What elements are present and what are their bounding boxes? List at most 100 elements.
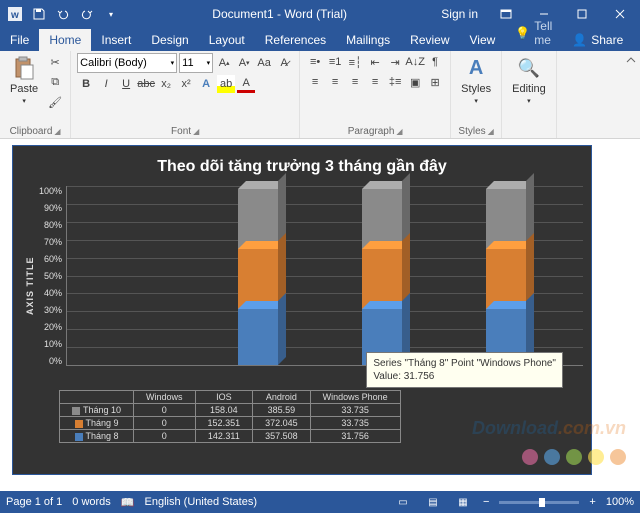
copy-button[interactable]: ⧉ (46, 73, 64, 91)
pilcrow-button[interactable]: ¶ (426, 53, 444, 71)
align-left[interactable]: ≡ (306, 73, 324, 91)
tab-view[interactable]: View (460, 29, 506, 51)
tab-mailings[interactable]: Mailings (336, 29, 400, 51)
change-case[interactable]: Aa (255, 54, 273, 72)
zoom-slider[interactable] (499, 501, 579, 504)
bold-button[interactable]: B (77, 75, 95, 93)
web-layout[interactable]: ▦ (453, 494, 473, 510)
ribbon: Paste ▾ ✂ ⧉ 🖌 Clipboard ◢ Calibri (Body)… (0, 51, 640, 139)
align-center[interactable]: ≡ (326, 73, 344, 91)
print-layout[interactable]: ▤ (423, 494, 443, 510)
sort-button[interactable]: A↓Z (406, 53, 424, 71)
dot (588, 449, 604, 465)
tab-insert[interactable]: Insert (91, 29, 141, 51)
close-button[interactable] (602, 0, 638, 28)
dot (566, 449, 582, 465)
page-indicator[interactable]: Page 1 of 1 (6, 496, 62, 508)
align-right[interactable]: ≡ (346, 73, 364, 91)
axis-title: AXIS TITLE (21, 186, 39, 386)
maximize-button[interactable] (564, 0, 600, 28)
document-area: Theo dõi tăng trưởng 3 tháng gần đây AXI… (0, 139, 640, 491)
font-size-combo[interactable]: 11▾ (179, 53, 213, 73)
text-effects[interactable]: A (197, 75, 215, 93)
table-row: Tháng 80142.311357.50831.756 (60, 430, 401, 443)
clear-formatting[interactable]: A̷ (275, 54, 293, 72)
italic-button[interactable]: I (97, 75, 115, 93)
superscript-button[interactable]: x² (177, 75, 195, 93)
tell-me[interactable]: 💡Tell me (505, 15, 562, 51)
group-editing: 🔍 Editing ▾ (502, 51, 557, 138)
collapse-ribbon[interactable] (622, 51, 640, 138)
zoom-out[interactable]: − (483, 496, 489, 508)
chart-tooltip: Series "Tháng 8" Point "Windows Phone" V… (366, 352, 563, 388)
language-indicator[interactable]: English (United States) (145, 496, 258, 508)
document-title: Document1 - Word (Trial) (126, 7, 433, 21)
ribbon-tabs: File Home Insert Design Layout Reference… (0, 28, 640, 51)
underline-button[interactable]: U (117, 75, 135, 93)
paste-button[interactable]: Paste ▾ (6, 53, 42, 107)
word-count[interactable]: 0 words (72, 496, 111, 508)
cut-button[interactable]: ✂ (46, 53, 64, 71)
strike-button[interactable]: abc (137, 75, 155, 93)
zoom-in[interactable]: + (589, 496, 595, 508)
font-color[interactable]: A (237, 75, 255, 93)
tab-review[interactable]: Review (400, 29, 459, 51)
group-paragraph: ≡• ≡1 ≡┆ ⇤ ⇥ A↓Z ¶ ≡ ≡ ≡ ≡ ‡≡ ▣ ⊞ (300, 51, 451, 138)
signin-link[interactable]: Sign in (433, 7, 486, 21)
bar-android (362, 189, 412, 365)
table-row: Tháng 100158.04385.5933.735 (60, 404, 401, 417)
qat-customize[interactable]: ▾ (100, 3, 122, 25)
tab-layout[interactable]: Layout (199, 29, 255, 51)
numbering-button[interactable]: ≡1 (326, 53, 344, 71)
line-spacing[interactable]: ‡≡ (386, 73, 404, 91)
share-icon: 👤 (572, 33, 587, 47)
styles-button[interactable]: A Styles ▾ (457, 53, 495, 107)
editing-button[interactable]: 🔍 Editing ▾ (508, 53, 550, 107)
clipboard-launcher[interactable]: ◢ (54, 127, 60, 136)
dot (610, 449, 626, 465)
font-launcher[interactable]: ◢ (193, 127, 199, 136)
paragraph-launcher[interactable]: ◢ (396, 127, 402, 136)
multilevel-button[interactable]: ≡┆ (346, 53, 364, 71)
zoom-level[interactable]: 100% (606, 496, 634, 508)
highlight-button[interactable]: ab (217, 75, 235, 93)
chart-object[interactable]: Theo dõi tăng trưởng 3 tháng gần đây AXI… (12, 145, 592, 475)
tab-design[interactable]: Design (141, 29, 198, 51)
statusbar: Page 1 of 1 0 words 📖 English (United St… (0, 491, 640, 513)
lightbulb-icon: 💡 (515, 26, 530, 40)
borders-button[interactable]: ⊞ (426, 73, 444, 91)
clipboard-icon (11, 55, 37, 81)
tab-file[interactable]: File (0, 29, 39, 51)
group-clipboard: Paste ▾ ✂ ⧉ 🖌 Clipboard ◢ (0, 51, 71, 138)
y-axis: 100%90%80%70%60%50%40%30%20%10%0% (39, 186, 66, 366)
read-mode[interactable]: ▭ (393, 494, 413, 510)
group-styles: A Styles ▾ Styles ◢ (451, 51, 502, 138)
chevron-down-icon: ▾ (22, 97, 26, 105)
dot (522, 449, 538, 465)
proofing-icon[interactable]: 📖 (121, 496, 135, 509)
data-table: WindowsIOSAndroidWindows Phone Tháng 100… (59, 390, 401, 443)
styles-launcher[interactable]: ◢ (488, 127, 494, 136)
subscript-button[interactable]: x₂ (157, 75, 175, 93)
shading-button[interactable]: ▣ (406, 73, 424, 91)
bar-windows-phone (486, 189, 536, 365)
format-painter[interactable]: 🖌 (46, 93, 64, 111)
undo-button[interactable] (52, 3, 74, 25)
dot (544, 449, 560, 465)
svg-text:w: w (10, 10, 19, 21)
save-button[interactable] (28, 3, 50, 25)
decrease-indent[interactable]: ⇤ (366, 53, 384, 71)
increase-indent[interactable]: ⇥ (386, 53, 404, 71)
share-button[interactable]: 👤Share (562, 29, 633, 51)
bullets-button[interactable]: ≡• (306, 53, 324, 71)
font-name-combo[interactable]: Calibri (Body)▾ (77, 53, 177, 73)
redo-button[interactable] (76, 3, 98, 25)
grow-font[interactable]: A▴ (215, 54, 233, 72)
justify[interactable]: ≡ (366, 73, 384, 91)
shrink-font[interactable]: A▾ (235, 54, 253, 72)
quick-access-toolbar: w ▾ (0, 3, 126, 25)
tab-home[interactable]: Home (39, 29, 91, 51)
styles-icon: A (463, 55, 489, 81)
tab-references[interactable]: References (255, 29, 336, 51)
find-icon: 🔍 (516, 55, 542, 81)
